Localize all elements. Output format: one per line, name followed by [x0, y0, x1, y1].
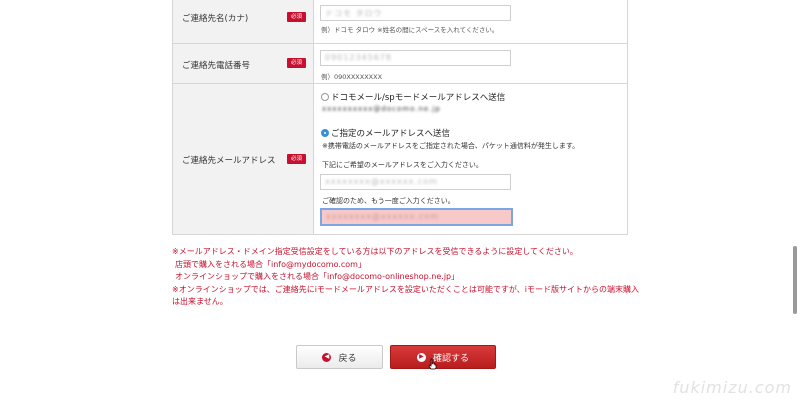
- confirm-email-value: xxxxxxxx@xxxxxx.com: [326, 212, 439, 221]
- email-input[interactable]: xxxxxxxx@xxxxxx.com: [320, 174, 511, 190]
- row-label-cell: ご連絡先電話番号 必須: [173, 44, 314, 83]
- row-label-cell: ご連絡先名(カナ) 必須: [173, 0, 314, 43]
- packet-fee-note: ※携帯電話のメールアドレスをご指定された場合、パケット通信料が発生します。: [322, 142, 580, 150]
- back-button-label: 戻る: [338, 353, 357, 364]
- row-label-cell: ご連絡先メールアドレス 必須: [173, 84, 314, 234]
- contact-form-table: ご連絡先名(カナ) 必須 ドコモ タロウ 例）ドコモ タロウ ※姓名の間にスペー…: [172, 0, 628, 235]
- phone-input[interactable]: 09012345678: [320, 50, 511, 66]
- radio-option-specified-mail[interactable]: ご指定のメールアドレスへ送信: [321, 127, 450, 139]
- note-line: ※メールアドレス・ドメイン指定受信設定をしている方は以下のアドレスを受信できるよ…: [172, 247, 578, 256]
- required-badge: 必須: [287, 154, 306, 164]
- chevron-left-circle-icon: ◀: [322, 352, 332, 362]
- radio-option-specified-label: ご指定のメールアドレスへ送信: [331, 129, 451, 139]
- row-body-cell: ドコモメール/spモードメールアドレスへ送信 xxxxxxxxxx@docomo…: [314, 84, 627, 234]
- radio-option-docomo-label: ドコモメール/spモードメールアドレスへ送信: [331, 93, 506, 103]
- email-label: ご連絡先メールアドレス: [182, 156, 276, 166]
- form-row-phone: ご連絡先電話番号 必須 09012345678 例）090XXXXXXXX: [173, 44, 627, 84]
- radio-checked-icon[interactable]: [321, 129, 329, 137]
- name-kana-input[interactable]: ドコモ タロウ: [320, 5, 511, 21]
- radio-option-docomo-mail[interactable]: ドコモメール/spモードメールアドレスへ送信: [321, 91, 505, 103]
- required-badge: 必須: [287, 58, 306, 68]
- form-row-email: ご連絡先メールアドレス 必須 ドコモメール/spモードメールアドレスへ送信 xx…: [173, 84, 627, 235]
- row-body-cell: 09012345678 例）090XXXXXXXX: [314, 44, 627, 83]
- mail-settings-notes: ※メールアドレス・ドメイン指定受信設定をしている方は以下のアドレスを受信できるよ…: [172, 246, 642, 309]
- phone-label: ご連絡先電話番号: [182, 61, 251, 71]
- page-scrollbar[interactable]: [793, 246, 797, 314]
- note-line: オンラインショップで購入をされる場合「info@docomo-onlinesho…: [175, 272, 460, 281]
- confirm-email-prompt: ご確認のため、もう一度ご入力ください。: [322, 197, 455, 205]
- name-kana-hint: 例）ドコモ タロウ ※姓名の間にスペースを入れてください。: [321, 26, 499, 34]
- confirm-button[interactable]: ▶ 確認する: [390, 345, 496, 369]
- back-button[interactable]: ◀ 戻る: [296, 345, 383, 369]
- docomo-mail-address: xxxxxxxxxx@docomo.ne.jp: [322, 105, 441, 113]
- hand-pointer-icon: [428, 358, 437, 370]
- note-line: ※オンラインショップでは、ご連絡先にiモードメールアドレスを設定いただくことは可…: [172, 284, 639, 294]
- chevron-right-circle-icon: ▶: [416, 352, 426, 362]
- email-value: xxxxxxxx@xxxxxx.com: [325, 177, 438, 186]
- confirm-email-input[interactable]: xxxxxxxx@xxxxxx.com: [320, 208, 513, 226]
- name-kana-label: ご連絡先名(カナ): [182, 14, 249, 24]
- note-line: 店頭で購入をされる場合「info@mydocomo.com」: [175, 259, 366, 269]
- note-line: は出来ません。: [172, 297, 228, 306]
- watermark: fukimizu.com: [672, 378, 792, 397]
- phone-hint: 例）090XXXXXXXX: [321, 73, 383, 81]
- name-kana-value: ドコモ タロウ: [325, 9, 383, 18]
- radio-unchecked-icon[interactable]: [321, 93, 329, 101]
- required-badge: 必須: [287, 12, 306, 22]
- confirm-button-label: 確認する: [432, 353, 469, 364]
- phone-value: 09012345678: [325, 53, 392, 62]
- form-row-name-kana: ご連絡先名(カナ) 必須 ドコモ タロウ 例）ドコモ タロウ ※姓名の間にスペー…: [173, 0, 627, 44]
- row-body-cell: ドコモ タロウ 例）ドコモ タロウ ※姓名の間にスペースを入れてください。: [314, 0, 627, 43]
- email-prompt: 下記にご希望のメールアドレスをご入力ください。: [322, 161, 483, 169]
